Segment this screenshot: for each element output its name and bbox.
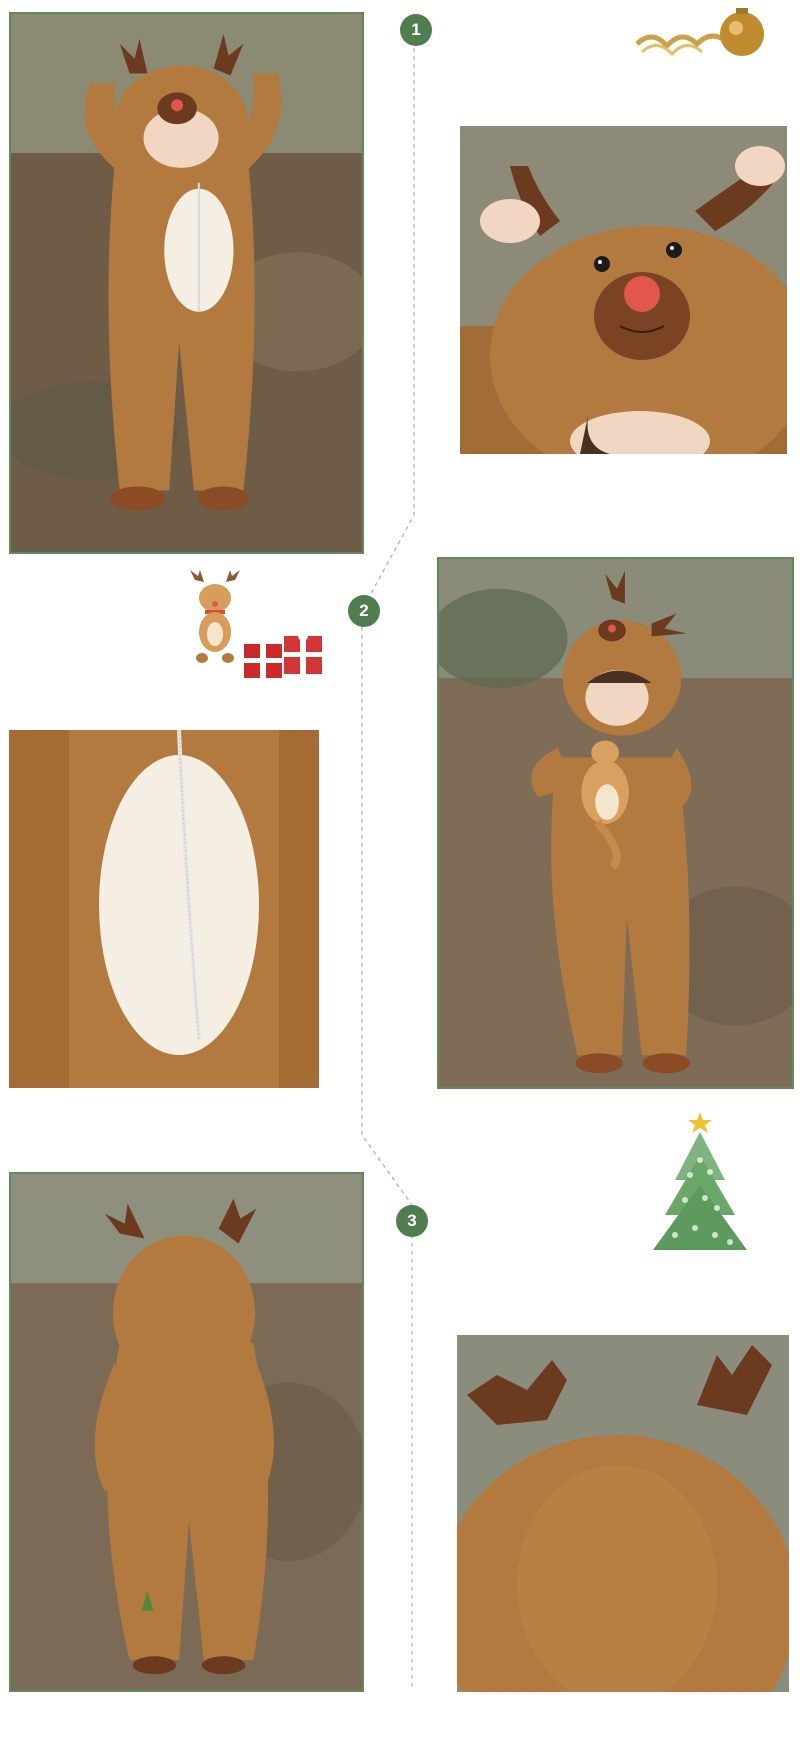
step-badge-1: 1: [400, 14, 432, 46]
step-badge-3: 3: [396, 1205, 428, 1237]
christmas-tree-icon: [645, 1110, 755, 1260]
photo-hood-face-closeup: [460, 126, 787, 454]
photo-belly-zipper-closeup: [9, 730, 319, 1088]
photo-child-with-plush: [437, 557, 794, 1089]
photo-child-front-full: [9, 12, 364, 554]
photo-child-back-full: [9, 1172, 364, 1692]
photo-hood-back-closeup: [457, 1335, 789, 1692]
gift-boxes-icon: [240, 630, 326, 680]
gold-ornament-icon: [632, 4, 772, 64]
step-badge-2: 2: [348, 595, 380, 627]
